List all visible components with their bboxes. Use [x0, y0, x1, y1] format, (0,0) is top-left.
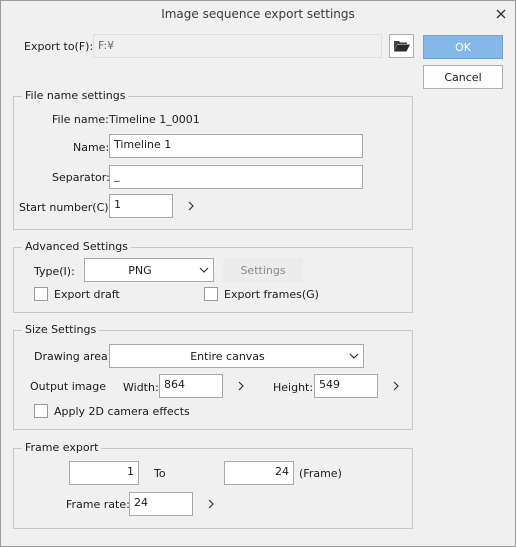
chevron-down-icon: [195, 267, 213, 273]
height-input[interactable]: 549: [314, 374, 378, 398]
width-label: Width:: [123, 381, 159, 394]
name-label: Name:: [73, 141, 110, 154]
export-frames-checkbox[interactable]: [204, 287, 218, 301]
file-name-settings-title: File name settings: [22, 89, 129, 102]
apply-camera-label: Apply 2D camera effects: [54, 405, 190, 418]
dialog-title: Image sequence export settings: [161, 7, 355, 21]
frame-from-input[interactable]: 1: [69, 461, 139, 485]
frame-rate-input[interactable]: 24: [129, 492, 193, 516]
frame-export-title: Frame export: [22, 441, 102, 454]
export-to-label: Export to(F):: [24, 40, 94, 53]
frame-unit-label: (Frame): [299, 467, 342, 480]
size-settings-title: Size Settings: [22, 323, 100, 336]
type-select[interactable]: PNG: [84, 258, 214, 282]
advanced-settings-title: Advanced Settings: [22, 240, 131, 253]
chevron-right-icon: [393, 381, 399, 391]
type-label: Type(I):: [34, 265, 75, 278]
type-settings-button[interactable]: Settings: [223, 258, 303, 282]
drawing-area-label: Drawing area:: [34, 350, 112, 363]
folder-open-icon: [393, 41, 410, 52]
chevron-right-icon: [188, 201, 194, 211]
browse-folder-button[interactable]: [389, 34, 414, 58]
file-name-label: File name:: [52, 113, 109, 126]
drawing-area-select[interactable]: Entire canvas: [109, 344, 364, 368]
frame-to-input[interactable]: 24: [224, 461, 294, 485]
frame-rate-label: Frame rate:: [66, 498, 130, 511]
close-button[interactable]: [491, 4, 511, 24]
height-slider-button[interactable]: [390, 379, 402, 393]
export-frames-label: Export frames(G): [224, 288, 319, 301]
output-image-label: Output image: [30, 380, 106, 393]
chevron-right-icon: [208, 499, 214, 509]
separator-input[interactable]: _: [109, 165, 363, 189]
height-label: Height:: [273, 381, 314, 394]
cancel-button[interactable]: Cancel: [423, 65, 503, 89]
separator-label: Separator:: [52, 171, 110, 184]
frame-to-label: To: [154, 467, 166, 480]
width-input[interactable]: 864: [159, 374, 223, 398]
width-slider-button[interactable]: [235, 379, 247, 393]
export-dialog: Image sequence export settings Export to…: [0, 0, 516, 547]
start-number-label: Start number(C):: [19, 201, 113, 214]
name-input[interactable]: Timeline 1: [109, 134, 363, 158]
close-icon: [496, 9, 506, 19]
export-draft-checkbox[interactable]: [34, 287, 48, 301]
type-select-value: PNG: [128, 263, 152, 277]
export-path-field[interactable]: F:¥: [93, 34, 382, 58]
chevron-right-icon: [238, 381, 244, 391]
ok-button[interactable]: OK: [423, 35, 503, 59]
drawing-area-select-value: Entire canvas: [190, 349, 265, 363]
start-number-slider-button[interactable]: [185, 199, 197, 213]
chevron-down-icon: [345, 353, 363, 359]
start-number-input[interactable]: 1: [109, 194, 173, 218]
apply-camera-checkbox[interactable]: [34, 404, 48, 418]
export-draft-label: Export draft: [54, 288, 120, 301]
title-bar: Image sequence export settings: [1, 1, 515, 28]
frame-rate-slider-button[interactable]: [205, 497, 217, 511]
file-name-preview: Timeline 1_0001: [109, 113, 200, 126]
